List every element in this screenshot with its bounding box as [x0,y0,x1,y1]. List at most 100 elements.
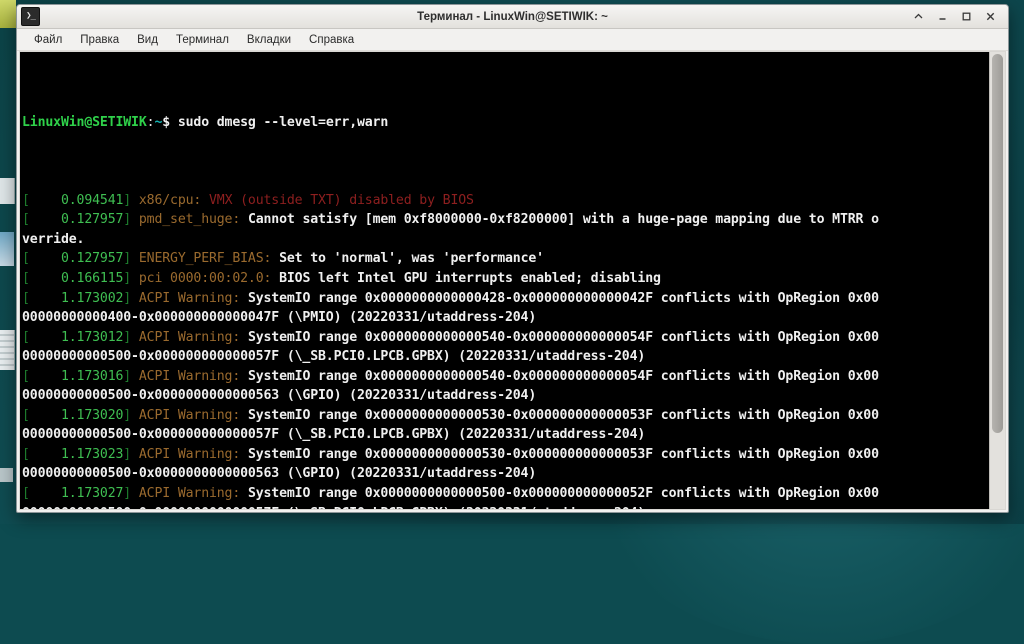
menu-item-file[interactable]: Файл [25,32,71,48]
dmesg-message: SystemIO range 0x0000000000000428-0x0000… [248,291,879,306]
dmesg-line-wrap: 00000000000500-0x000000000000057F (\_SB.… [22,347,989,367]
dmesg-facility: ACPI Warning: [139,447,248,462]
dmesg-line: [ 1.173023] ACPI Warning: SystemIO range… [22,445,989,465]
dmesg-message-wrap: 00000000000500-0x0000000000000563 (\GPIO… [22,466,536,481]
dmesg-timestamp: 0.094541 [30,193,123,208]
menu-item-terminal[interactable]: Терминал [167,32,238,48]
dmesg-message: SystemIO range 0x0000000000000530-0x0000… [248,408,879,423]
terminal-output[interactable]: LinuxWin@SETIWIK:~$ sudo dmesg --level=e… [20,52,989,509]
dmesg-line: [ 0.094541] x86/cpu: VMX (outside TXT) d… [22,191,989,211]
dmesg-line: [ 0.127957] pmd_set_huge: Cannot satisfy… [22,210,989,230]
dmesg-facility: pmd_set_huge: [139,212,248,227]
dmesg-facility: x86/cpu: [139,193,209,208]
dmesg-timestamp: 0.166115 [30,271,123,286]
dmesg-bracket-open: [ [22,271,30,286]
dmesg-line: [ 1.173016] ACPI Warning: SystemIO range… [22,367,989,387]
background-window-sliver-c[interactable] [0,468,13,482]
dmesg-facility: ACPI Warning: [139,486,248,501]
dmesg-line: [ 0.166115] pci 0000:00:02.0: BIOS left … [22,269,989,289]
dmesg-bracket-open: [ [22,291,30,306]
dmesg-line-container: [ 0.094541] x86/cpu: VMX (outside TXT) d… [22,191,989,509]
dmesg-line-wrap: 00000000000500-0x0000000000000563 (\GPIO… [22,464,989,484]
dmesg-message: BIOS left Intel GPU interrupts enabled; … [279,271,661,286]
dmesg-bracket-close: ] [123,408,139,423]
shade-window-icon[interactable] [911,9,926,24]
dmesg-message: SystemIO range 0x0000000000000540-0x0000… [248,330,879,345]
dmesg-bracket-open: [ [22,447,30,462]
dmesg-bracket-close: ] [123,291,139,306]
dmesg-bracket-open: [ [22,212,30,227]
dmesg-facility: ENERGY_PERF_BIAS: [139,251,279,266]
dmesg-bracket-open: [ [22,251,30,266]
menu-item-view[interactable]: Вид [128,32,167,48]
dmesg-message: Set to 'normal', was 'performance' [279,251,544,266]
dmesg-facility: pci 0000:00:02.0: [139,271,279,286]
dmesg-timestamp: 1.173016 [30,369,123,384]
dmesg-message-wrap: verride. [22,232,84,247]
dmesg-timestamp: 1.173023 [30,447,123,462]
prompt-command: sudo dmesg --level=err,warn [170,115,388,130]
dmesg-message-wrap: 00000000000500-0x0000000000000563 (\GPIO… [22,388,536,403]
background-window-sliver-a[interactable] [0,178,15,204]
minimize-window-icon[interactable] [935,9,950,24]
menu-item-edit[interactable]: Правка [71,32,128,48]
dmesg-facility: ACPI Warning: [139,330,248,345]
background-window-sliver-photo[interactable] [0,232,14,266]
terminal-app-icon: ❯_ [21,7,40,26]
dmesg-line: [ 1.173027] ACPI Warning: SystemIO range… [22,484,989,504]
terminal-scrollbar-thumb[interactable] [992,54,1003,433]
dmesg-timestamp: 0.127957 [30,251,123,266]
dmesg-message-wrap: 00000000000400-0x000000000000047F (\PMIO… [22,310,536,325]
dmesg-message-wrap: 00000000000500-0x000000000000057F (\_SB.… [22,349,645,364]
dmesg-bracket-close: ] [123,369,139,384]
terminal-scrollbar[interactable] [989,52,1005,509]
dmesg-facility: ACPI Warning: [139,408,248,423]
dmesg-bracket-close: ] [123,251,139,266]
menu-item-tabs[interactable]: Вкладки [238,32,300,48]
background-window-sliver-b[interactable] [0,330,15,370]
dmesg-facility: ACPI Warning: [139,291,248,306]
dmesg-bracket-open: [ [22,408,30,423]
dmesg-message: Cannot satisfy [mem 0xf8000000-0xf820000… [248,212,879,227]
dmesg-timestamp: 1.173012 [30,330,123,345]
dmesg-message: SystemIO range 0x0000000000000530-0x0000… [248,447,879,462]
prompt-sigil: $ [162,115,170,130]
terminal-window: ❯_ Терминал - LinuxWin@SETIWIK: ~ Файл П… [16,4,1009,513]
dmesg-line-wrap: 00000000000500-0x0000000000000563 (\GPIO… [22,386,989,406]
terminal-prompt-line: LinuxWin@SETIWIK:~$ sudo dmesg --level=e… [22,113,989,133]
dmesg-facility: ACPI Warning: [139,369,248,384]
window-title: Терминал - LinuxWin@SETIWIK: ~ [17,11,1008,23]
dmesg-timestamp: 1.173027 [30,486,123,501]
dmesg-timestamp: 0.127957 [30,212,123,227]
dmesg-message: VMX (outside TXT) disabled by BIOS [209,193,474,208]
dmesg-bracket-close: ] [123,271,139,286]
dmesg-bracket-open: [ [22,369,30,384]
dmesg-line-wrap: 00000000000500-0x000000000000057F (\_SB.… [22,425,989,445]
close-window-icon[interactable] [983,9,998,24]
dmesg-bracket-close: ] [123,486,139,501]
prompt-user-host: LinuxWin@SETIWIK [22,115,147,130]
title-bar[interactable]: ❯_ Терминал - LinuxWin@SETIWIK: ~ [17,5,1008,29]
dmesg-bracket-close: ] [123,212,139,227]
dmesg-bracket-open: [ [22,486,30,501]
dmesg-line: [ 1.173020] ACPI Warning: SystemIO range… [22,406,989,426]
maximize-window-icon[interactable] [959,9,974,24]
dmesg-line-wrap: verride. [22,230,989,250]
menu-bar: Файл Правка Вид Терминал Вкладки Справка [17,29,1008,51]
window-controls [911,9,1004,24]
dmesg-line-wrap: 00000000000500-0x000000000000057F (\_SB.… [22,504,989,509]
dmesg-message-wrap: 00000000000500-0x000000000000057F (\_SB.… [22,506,645,509]
dmesg-line: [ 0.127957] ENERGY_PERF_BIAS: Set to 'no… [22,249,989,269]
dmesg-message: SystemIO range 0x0000000000000540-0x0000… [248,369,879,384]
dmesg-timestamp: 1.173020 [30,408,123,423]
dmesg-message-wrap: 00000000000500-0x000000000000057F (\_SB.… [22,427,645,442]
background-window-sliver-top[interactable] [0,0,16,28]
menu-item-help[interactable]: Справка [300,32,363,48]
dmesg-message: SystemIO range 0x0000000000000500-0x0000… [248,486,879,501]
dmesg-bracket-close: ] [123,193,139,208]
dmesg-line-wrap: 00000000000400-0x000000000000047F (\PMIO… [22,308,989,328]
dmesg-line: [ 1.173012] ACPI Warning: SystemIO range… [22,328,989,348]
dmesg-bracket-close: ] [123,447,139,462]
dmesg-bracket-open: [ [22,193,30,208]
terminal-body: LinuxWin@SETIWIK:~$ sudo dmesg --level=e… [19,51,1006,510]
